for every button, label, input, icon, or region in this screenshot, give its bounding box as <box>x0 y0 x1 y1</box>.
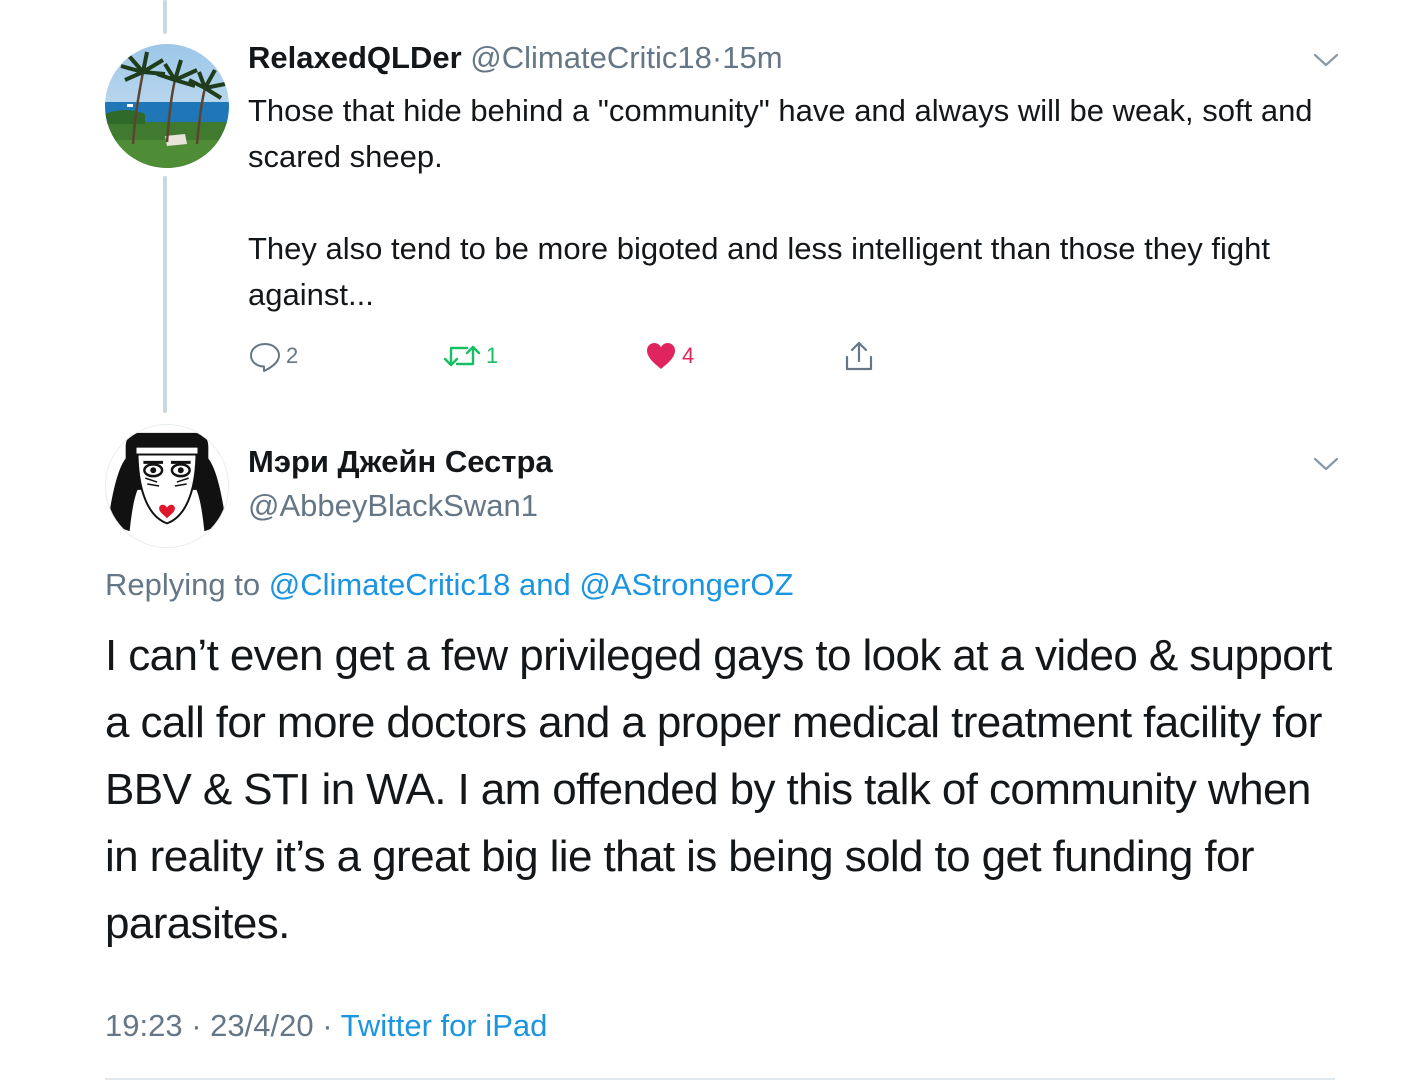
tweet1-display-name[interactable]: RelaxedQLDer <box>248 40 462 75</box>
like-button[interactable]: 4 <box>644 336 694 376</box>
reply-mention-astrongeroz[interactable]: @AStrongerOZ <box>579 567 793 602</box>
tweet2-meta-separator-2: · <box>322 1008 333 1043</box>
divider <box>105 1078 1335 1080</box>
tweet2-meta: 19:23 · 23/4/20 · Twitter for iPad <box>105 1008 547 1044</box>
thread-line-top <box>163 0 167 34</box>
tweet1-timestamp[interactable]: 15m <box>722 40 782 75</box>
reply-mention-and[interactable]: and <box>519 567 571 602</box>
tweet1-text: Those that hide behind a "community" hav… <box>248 88 1338 318</box>
reply-button[interactable]: 2 <box>248 336 298 376</box>
tweet1-text-para-2: They also tend to be more bigoted and le… <box>248 231 1270 312</box>
avatar-beach-image <box>105 44 229 168</box>
tweet2-text: I can’t even get a few privileged gays t… <box>105 631 1332 948</box>
reply-icon <box>250 343 280 372</box>
tweet1-separator: · <box>711 40 723 75</box>
tweet2-display-name[interactable]: Мэри Джейн Сестра <box>248 444 553 480</box>
tweet1-chevron-down-icon[interactable] <box>1311 50 1341 70</box>
heart-icon <box>647 343 675 369</box>
tweet1-header: RelaxedQLDer @ClimateCritic18·15m <box>248 40 783 76</box>
tweet2-handle[interactable]: @AbbeyBlackSwan1 <box>248 488 538 524</box>
tweet1-actions: 2 1 4 <box>248 336 948 376</box>
tweet2-date: 23/4/20 <box>210 1008 314 1043</box>
replying-to-label: Replying to <box>105 567 261 602</box>
avatar-abbeyblackswan[interactable] <box>105 424 229 548</box>
avatar-nun-image <box>106 425 228 547</box>
tweet1-text-para-1: Those that hide behind a "community" hav… <box>248 93 1313 174</box>
avatar-relaxedqlder[interactable] <box>105 44 229 168</box>
retweet-button[interactable]: 1 <box>442 336 498 376</box>
share-button[interactable] <box>842 336 876 376</box>
tweet2-source-link[interactable]: Twitter for iPad <box>341 1008 548 1043</box>
reply-mention-climatecritic18[interactable]: @ClimateCritic18 <box>269 567 511 602</box>
thread-line <box>163 176 167 413</box>
retweet-icon <box>443 345 481 367</box>
tweet1-handle[interactable]: @ClimateCritic18 <box>470 40 712 75</box>
like-count: 4 <box>682 343 695 368</box>
retweet-count: 1 <box>486 343 499 368</box>
replying-to-line: Replying to @ClimateCritic18 and @AStron… <box>105 567 793 603</box>
reply-count: 2 <box>286 343 299 368</box>
tweet2-meta-separator-1: · <box>191 1008 202 1043</box>
tweet2-chevron-down-icon[interactable] <box>1311 454 1341 474</box>
tweet2-time: 19:23 <box>105 1008 183 1043</box>
share-icon <box>845 341 873 371</box>
